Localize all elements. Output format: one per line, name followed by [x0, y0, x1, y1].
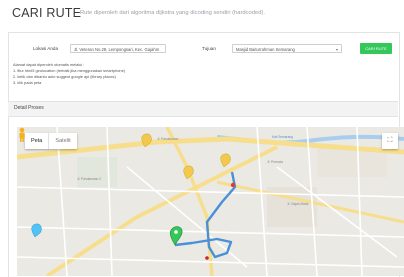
fullscreen-icon[interactable]: ⛶ — [382, 133, 398, 149]
page-subtitle: Rute diperoleh dari algoritma dijkstra y… — [80, 10, 265, 16]
tab-satellite[interactable]: Satelit — [48, 133, 76, 149]
map-canvas[interactable]: Jl. Pandanaran Jl. Pemuda Kali Semarang … — [17, 127, 404, 276]
pegman-icon[interactable] — [17, 127, 27, 143]
road-label: Jl. Pemuda — [267, 160, 283, 164]
map-graphic[interactable] — [17, 127, 404, 276]
map-type-tabs: Peta Satelit — [25, 133, 77, 149]
road-label: Jl. Pandanaran 2 — [77, 177, 102, 181]
destination-label: Tujuan — [202, 46, 216, 51]
note-line: 1. fitur html5 geolocation (terbaik jika… — [13, 68, 126, 73]
waypoint-marker — [205, 256, 209, 260]
chevron-down-icon: ▾ — [335, 47, 338, 52]
note-line: 3. klik pada peta — [13, 80, 42, 85]
road-label: Jl. Gajah Mada — [287, 202, 309, 206]
page-title: CARI RUTE — [12, 6, 82, 20]
destination-value: Masjid Baiturrahman Semarang — [236, 47, 295, 52]
end-marker — [230, 182, 236, 188]
origin-input[interactable]: Jl. Veteran No.29, Lempongsari, Kec. Gaj… — [70, 44, 166, 53]
destination-select[interactable]: Masjid Baiturrahman Semarang ▾ — [232, 44, 342, 53]
detail-header[interactable]: Detail Proses — [8, 101, 398, 117]
road-label: Kali Semarang — [272, 135, 293, 139]
search-route-button[interactable]: CARI RUTE — [360, 43, 392, 54]
note-line: 2. ketik dan dibantu auto suggest google… — [13, 74, 116, 79]
road-label: Jl. Pandanaran — [157, 137, 179, 141]
detail-label: Detail Proses — [14, 105, 44, 111]
tab-map[interactable]: Peta — [25, 133, 48, 149]
note-line: Alamat dapat diperoleh otomatis melalui … — [13, 62, 85, 67]
origin-label: Lokasi Anda — [33, 46, 59, 51]
